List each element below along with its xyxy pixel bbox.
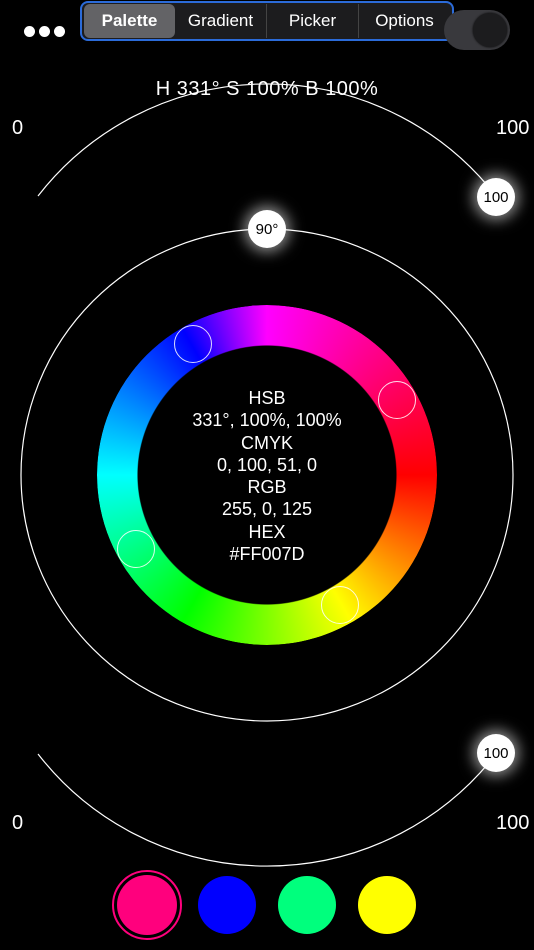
hex-value: #FF007D [229,544,305,565]
hue-handle-blue[interactable] [174,325,212,363]
saturation-arc[interactable] [37,83,497,197]
brightness-knob[interactable]: 100 [477,734,515,772]
hex-title: HEX [248,521,286,542]
cmyk-value: 0, 100, 51, 0 [216,454,318,475]
brightness-max-label: 100 [496,812,530,834]
hsb-title: HSB [248,388,286,408]
angle-knob[interactable]: 90° [248,210,286,248]
hue-handle-magenta[interactable] [378,381,416,419]
saturation-knob[interactable]: 100 [477,178,515,216]
hsb-value: 331°, 100%, 100% [192,410,342,431]
saturation-min-label: 0 [12,117,24,139]
brightness-arc[interactable] [37,753,497,867]
hue-handle-green[interactable] [117,530,155,568]
rgb-value: 255, 0, 125 [221,499,313,520]
swatch-3[interactable] [278,876,336,934]
swatch-4[interactable] [358,876,416,934]
hue-handle-yellow[interactable] [321,586,359,624]
swatch-1-fill [117,875,177,935]
swatch-2[interactable] [198,876,256,934]
cmyk-title: CMYK [240,432,293,453]
swatch-1-selected[interactable] [112,870,182,940]
rgb-title: RGB [247,477,287,498]
brightness-min-label: 0 [12,812,24,834]
color-info-panel: HSB 331°, 100%, 100% CMYK 0, 100, 51, 0 … [167,387,367,565]
saturation-max-label: 100 [496,117,530,139]
